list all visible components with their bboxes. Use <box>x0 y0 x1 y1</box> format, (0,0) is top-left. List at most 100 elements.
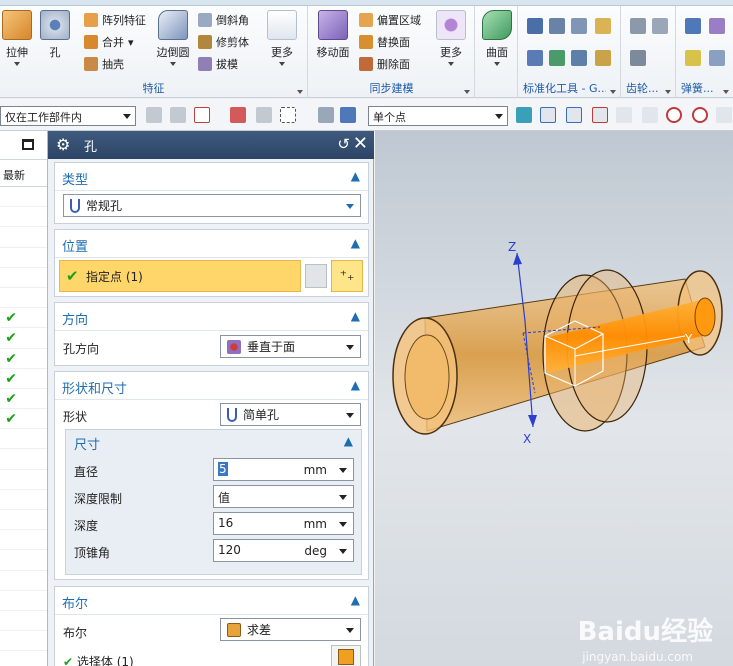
navigator-row[interactable] <box>0 227 47 248</box>
rectangle-select-icon[interactable] <box>280 107 296 123</box>
navigator-row[interactable] <box>0 550 47 571</box>
chevron-down-icon[interactable] <box>339 468 347 473</box>
intersection-snap-icon[interactable] <box>642 107 658 123</box>
spring-tool-icon-2[interactable] <box>709 18 725 34</box>
point-dialog-button[interactable]: ⁺₊ <box>331 260 363 292</box>
body-select-icon[interactable] <box>318 107 334 123</box>
navigator-row[interactable] <box>0 288 47 309</box>
navigator-row[interactable] <box>0 449 47 470</box>
trim-body-button[interactable]: 修剪体 <box>198 32 249 52</box>
pattern-feature-button[interactable]: 阵列特征 <box>84 10 146 30</box>
select-tool-icon[interactable] <box>256 107 272 123</box>
feature-more-dropdown-icon[interactable] <box>279 62 285 66</box>
shell-button[interactable]: 抽壳 <box>84 54 124 74</box>
close-icon[interactable]: ✕ <box>353 133 368 154</box>
graphics-viewport[interactable]: Z X Y Baidu经验 jingyan.baidu.com <box>375 131 733 666</box>
feature-more-button[interactable]: 更多 <box>266 10 298 66</box>
selection-scope-combo[interactable]: 仅在工作部件内 <box>0 106 136 126</box>
tip-angle-field[interactable]: 120 deg <box>213 539 354 562</box>
curve-point-snap-icon[interactable] <box>616 107 632 123</box>
chevron-down-icon[interactable] <box>339 549 347 554</box>
standard-tool-icon-2[interactable] <box>549 18 565 34</box>
sync-more-button[interactable]: 更多 <box>435 10 467 66</box>
hole-direction-select[interactable]: 垂直于面 <box>220 335 361 358</box>
navigator-row[interactable] <box>0 207 47 228</box>
surface-dropdown-icon[interactable] <box>494 62 500 66</box>
standard-tools-expand-icon[interactable] <box>610 90 616 94</box>
dimensions-header[interactable]: 尺寸 ▲ <box>66 430 361 454</box>
navigator-row[interactable] <box>0 429 47 450</box>
type-panel-header[interactable]: 类型 ▲ <box>55 163 368 191</box>
navigator-row[interactable] <box>0 187 47 208</box>
navigator-row[interactable] <box>0 268 47 288</box>
move-face-button[interactable]: 移动面 <box>315 10 351 60</box>
select-body-button[interactable] <box>331 645 361 666</box>
boolean-panel-header[interactable]: 布尔 ▲ <box>55 587 368 615</box>
specify-point-row[interactable]: ✔ 指定点 (1) <box>59 260 301 292</box>
standard-tool-icon-8[interactable] <box>595 50 611 66</box>
standard-tool-icon-1[interactable] <box>527 18 543 34</box>
gear-tool-icon-3[interactable] <box>630 50 646 66</box>
diameter-field[interactable]: 5 mm <box>213 458 354 481</box>
navigator-row[interactable] <box>0 611 47 632</box>
navigator-row[interactable]: ✔ <box>0 308 47 329</box>
navigator-row[interactable] <box>0 571 47 591</box>
navigator-row[interactable]: ✔ <box>0 349 47 369</box>
existing-point-snap-icon[interactable] <box>716 107 732 123</box>
arc-center-snap-icon[interactable] <box>666 107 682 123</box>
standard-tool-icon-7[interactable] <box>571 50 587 66</box>
navigator-row[interactable]: ✔ <box>0 328 47 349</box>
surface-button[interactable]: 曲面 <box>481 10 513 66</box>
collapse-icon[interactable]: ▲ <box>344 434 353 448</box>
gear-tool-icon-2[interactable] <box>652 18 668 34</box>
replace-face-button[interactable]: 替换面 <box>359 32 410 52</box>
sync-group-expand-icon[interactable] <box>464 90 470 94</box>
arrow-right-icon[interactable] <box>516 107 532 123</box>
part-model[interactable]: Z X Y <box>375 131 733 666</box>
collapse-icon[interactable]: ▲ <box>351 236 360 250</box>
spring-tool-icon-3[interactable] <box>685 50 701 66</box>
navigator-row[interactable]: ✔ <box>0 369 47 389</box>
boolean-select[interactable]: 求差 <box>220 618 361 641</box>
standard-tool-icon-5[interactable] <box>527 50 543 66</box>
spring-tool-icon-1[interactable] <box>685 18 701 34</box>
navigator-row[interactable]: ✔ <box>0 389 47 410</box>
cube-view-icon[interactable] <box>340 107 356 123</box>
collapse-icon[interactable]: ▲ <box>351 309 360 323</box>
gear-tool-icon-1[interactable] <box>630 18 646 34</box>
navigator-row[interactable]: ✔ <box>0 409 47 430</box>
offset-region-button[interactable]: 偏置区域 <box>359 10 421 30</box>
feature-group-expand-icon[interactable] <box>297 90 303 94</box>
midpoint-snap-icon[interactable] <box>566 107 582 123</box>
spring-tool-icon-4[interactable] <box>709 50 725 66</box>
snap-point-combo[interactable]: 单个点 <box>368 106 508 126</box>
navigator-row[interactable] <box>0 530 47 551</box>
endpoint-snap-icon[interactable] <box>540 107 556 123</box>
spring-group-expand-icon[interactable] <box>723 90 729 94</box>
shape-select[interactable]: 简单孔 <box>220 403 361 426</box>
hole-type-select[interactable]: 常规孔 <box>63 194 361 217</box>
point-snap-icon[interactable] <box>194 107 210 123</box>
extrude-dropdown-icon[interactable] <box>14 62 20 66</box>
depth-limit-select[interactable]: 值 <box>213 485 354 508</box>
snap-to-curve-icon[interactable] <box>230 107 246 123</box>
navigator-column-latest[interactable]: 最新 <box>0 160 47 187</box>
navigator-row[interactable] <box>0 470 47 490</box>
navigator-row[interactable] <box>0 631 47 652</box>
select-body-row[interactable]: ✔ 选择体 (1) <box>63 653 134 666</box>
standard-tool-icon-4[interactable] <box>595 18 611 34</box>
position-panel-header[interactable]: 位置 ▲ <box>55 230 368 258</box>
hole-button[interactable]: 孔 <box>40 10 70 60</box>
navigator-row[interactable] <box>0 490 47 510</box>
reset-icon[interactable]: ↺ <box>337 135 350 153</box>
edge-blend-dropdown-icon[interactable] <box>170 62 176 66</box>
sketch-section-button[interactable] <box>305 264 327 288</box>
shape-panel-header[interactable]: 形状和尺寸 ▲ <box>55 372 368 400</box>
unite-dropdown-icon[interactable]: ▾ <box>128 36 134 49</box>
standard-tool-icon-6[interactable] <box>549 50 565 66</box>
extrude-button[interactable]: 拉伸 <box>2 10 32 66</box>
collapse-icon[interactable]: ▲ <box>351 378 360 392</box>
direction-panel-header[interactable]: 方向 ▲ <box>55 303 368 331</box>
navigator-row[interactable] <box>0 248 47 268</box>
depth-field[interactable]: 16 mm <box>213 512 354 535</box>
